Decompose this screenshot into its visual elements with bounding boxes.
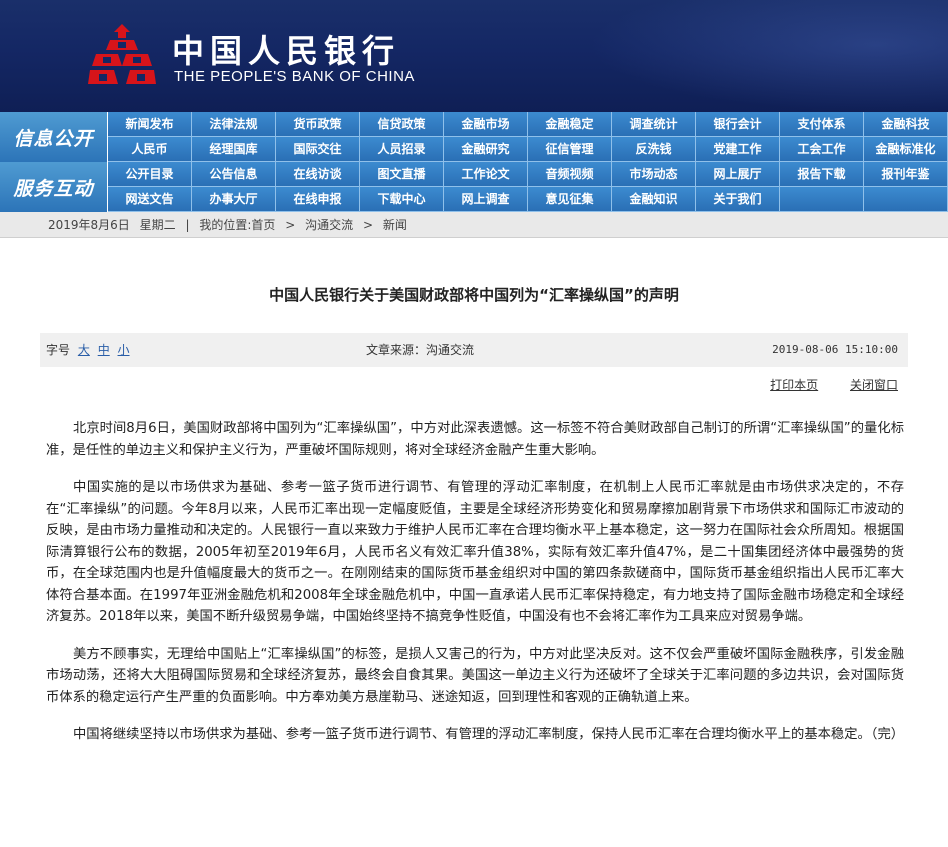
nav-empty-cell [780, 187, 864, 212]
nav-link[interactable]: 报告下载 [780, 162, 864, 187]
nav-link[interactable]: 市场动态 [612, 162, 696, 187]
nav-link[interactable]: 反洗钱 [612, 137, 696, 162]
article-body: 北京时间8月6日，美国财政部将中国列为“汇率操纵国”，中方对此深表遗憾。这一标签… [46, 418, 904, 762]
nav-link[interactable]: 支付体系 [780, 112, 864, 137]
font-size-medium-link[interactable]: 中 [98, 343, 110, 357]
close-window-link[interactable]: 关闭窗口 [850, 378, 898, 392]
font-size-controls: 字号 大 中 小 [46, 333, 130, 367]
font-size-large-link[interactable]: 大 [78, 343, 90, 357]
nav-link[interactable]: 关于我们 [696, 187, 780, 212]
nav-row: 新闻发布 法律法规 货币政策 信贷政策 金融市场 金融稳定 调查统计 银行会计 … [108, 112, 948, 137]
nav-link[interactable]: 国际交往 [276, 137, 360, 162]
bank-name-en: THE PEOPLE'S BANK OF CHINA [174, 68, 415, 85]
nav-link[interactable]: 网上展厅 [696, 162, 780, 187]
nav-link[interactable]: 信贷政策 [360, 112, 444, 137]
nav-link[interactable]: 金融科技 [864, 112, 948, 137]
nav-row: 人民币 经理国库 国际交往 人员招录 金融研究 征信管理 反洗钱 党建工作 工会… [108, 137, 948, 162]
nav-link[interactable]: 金融标准化 [864, 137, 948, 162]
nav-link[interactable]: 征信管理 [528, 137, 612, 162]
nav-link[interactable]: 银行会计 [696, 112, 780, 137]
nav-link[interactable]: 报刊年鉴 [864, 162, 948, 187]
breadcrumb-separator: | [185, 218, 190, 232]
article-meta: 字号 大 中 小 文章来源：沟通交流 2019-08-06 15:10:00 [40, 333, 908, 367]
print-page-link[interactable]: 打印本页 [770, 378, 818, 392]
nav-link[interactable]: 新闻发布 [108, 112, 192, 137]
nav-group-label-service[interactable]: 服务互动 [0, 162, 108, 212]
current-weekday: 星期二 [139, 218, 176, 232]
nav-grid-service: 公开目录 公告信息 在线访谈 图文直播 工作论文 音频视频 市场动态 网上展厅 … [108, 162, 948, 212]
nav-link[interactable]: 音频视频 [528, 162, 612, 187]
article-paragraph: 中国将继续坚持以市场供求为基础、参考一篮子货币进行调节、有管理的浮动汇率制度，保… [73, 727, 905, 742]
font-size-label: 字号 [46, 343, 71, 357]
nav-link[interactable]: 网上调查 [444, 187, 528, 212]
nav-link[interactable]: 金融知识 [612, 187, 696, 212]
current-date: 2019年8月6日 [48, 218, 130, 232]
nav-link[interactable]: 工作论文 [444, 162, 528, 187]
breadcrumb-news[interactable]: 新闻 [383, 218, 407, 232]
nav-link[interactable]: 公告信息 [192, 162, 276, 187]
nav-row: 网送文告 办事大厅 在线申报 下载中心 网上调查 意见征集 金融知识 关于我们 [108, 187, 948, 212]
nav-link[interactable]: 网送文告 [108, 187, 192, 212]
nav-link[interactable]: 公开目录 [108, 162, 192, 187]
article-paragraph: 北京时间8月6日，美国财政部将中国列为“汇率操纵国”，中方对此深表遗憾。这一标签… [46, 421, 904, 458]
nav-link[interactable]: 金融研究 [444, 137, 528, 162]
nav-link[interactable]: 在线申报 [276, 187, 360, 212]
nav-link[interactable]: 经理国库 [192, 137, 276, 162]
nav-empty-cell [864, 187, 948, 212]
header-banner: 中国人民银行 THE PEOPLE'S BANK OF CHINA [0, 0, 948, 112]
nav-link[interactable]: 人员招录 [360, 137, 444, 162]
nav-link[interactable]: 党建工作 [696, 137, 780, 162]
nav-link[interactable]: 办事大厅 [192, 187, 276, 212]
nav-link[interactable]: 工会工作 [780, 137, 864, 162]
breadcrumb-home[interactable]: 我的位置:首页 [199, 218, 275, 232]
banner-glow [588, 0, 948, 112]
article-datetime: 2019-08-06 15:10:00 [772, 343, 898, 356]
nav-link[interactable]: 意见征集 [528, 187, 612, 212]
article-source: 文章来源：沟通交流 [366, 343, 475, 357]
nav-link[interactable]: 金融市场 [444, 112, 528, 137]
article-paragraph: 中国实施的是以市场供求为基础、参考一篮子货币进行调节、有管理的浮动汇率制度，在机… [46, 480, 904, 624]
pboc-logo-icon[interactable] [88, 22, 156, 90]
breadcrumb: 2019年8月6日 星期二 | 我的位置:首页 > 沟通交流 > 新闻 [0, 212, 948, 238]
main-navigation: 信息公开 新闻发布 法律法规 货币政策 信贷政策 金融市场 金融稳定 调查统计 … [0, 112, 948, 212]
nav-link[interactable]: 图文直播 [360, 162, 444, 187]
article-title: 中国人民银行关于美国财政部将中国列为“汇率操纵国”的声明 [269, 286, 679, 304]
breadcrumb-arrow: > [362, 218, 374, 232]
article-actions: 打印本页 关闭窗口 [742, 376, 898, 393]
nav-link[interactable]: 调查统计 [612, 112, 696, 137]
nav-link[interactable]: 金融稳定 [528, 112, 612, 137]
bank-name-cn: 中国人民银行 [172, 32, 401, 70]
nav-link[interactable]: 人民币 [108, 137, 192, 162]
nav-group-service: 服务互动 公开目录 公告信息 在线访谈 图文直播 工作论文 音频视频 市场动态 … [0, 162, 948, 212]
nav-link[interactable]: 法律法规 [192, 112, 276, 137]
breadcrumb-communication[interactable]: 沟通交流 [305, 218, 353, 232]
breadcrumb-arrow: > [285, 218, 296, 232]
nav-link[interactable]: 下载中心 [360, 187, 444, 212]
nav-link[interactable]: 在线访谈 [276, 162, 360, 187]
nav-group-label-info[interactable]: 信息公开 [0, 112, 108, 162]
nav-row: 公开目录 公告信息 在线访谈 图文直播 工作论文 音频视频 市场动态 网上展厅 … [108, 162, 948, 187]
nav-link[interactable]: 货币政策 [276, 112, 360, 137]
nav-grid-info: 新闻发布 法律法规 货币政策 信贷政策 金融市场 金融稳定 调查统计 银行会计 … [108, 112, 948, 162]
font-size-small-link[interactable]: 小 [118, 343, 130, 357]
nav-group-info: 信息公开 新闻发布 法律法规 货币政策 信贷政策 金融市场 金融稳定 调查统计 … [0, 112, 948, 162]
article-paragraph: 美方不顾事实，无理给中国贴上“汇率操纵国”的标签，是损人又害己的行为，中方对此坚… [46, 646, 904, 705]
